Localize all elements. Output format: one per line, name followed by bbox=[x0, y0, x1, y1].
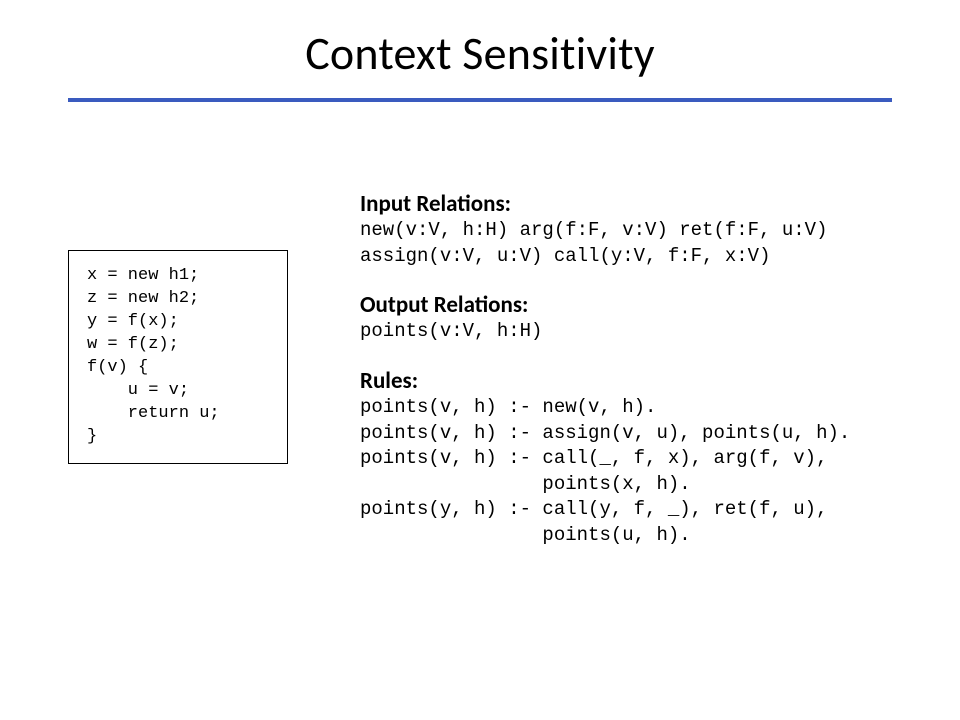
output-relations-body: points(v:V, h:H) bbox=[360, 319, 930, 345]
code-example-box: x = new h1; z = new h2; y = f(x); w = f(… bbox=[68, 250, 288, 464]
output-relations-heading: Output Relations: bbox=[360, 291, 930, 319]
slide-title: Context Sensitivity bbox=[0, 26, 960, 82]
input-relations-body: new(v:V, h:H) arg(f:F, v:V) ret(f:F, u:V… bbox=[360, 218, 930, 269]
relations-column: Input Relations: new(v:V, h:H) arg(f:F, … bbox=[360, 190, 930, 549]
rules-body: points(v, h) :- new(v, h). points(v, h) … bbox=[360, 395, 930, 549]
rules-heading: Rules: bbox=[360, 367, 930, 395]
title-underline bbox=[68, 98, 892, 102]
input-relations-heading: Input Relations: bbox=[360, 190, 930, 218]
slide: Context Sensitivity x = new h1; z = new … bbox=[0, 0, 960, 720]
